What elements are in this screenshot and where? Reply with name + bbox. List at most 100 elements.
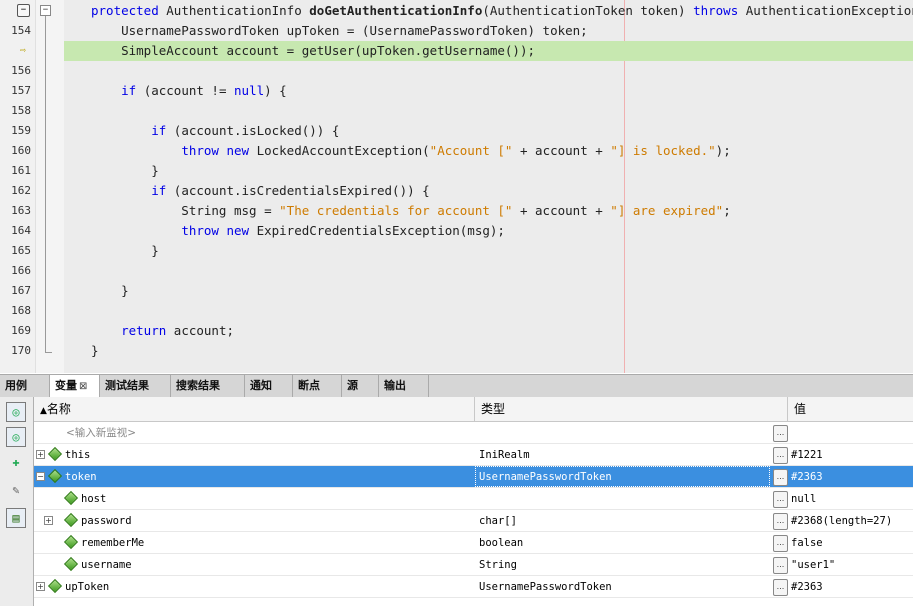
variable-row[interactable]: host... null [34, 488, 913, 510]
edit-value-button[interactable]: ... [773, 557, 788, 574]
tab-6[interactable]: 源 [342, 375, 379, 397]
tools-icon[interactable]: ✎ [6, 481, 26, 501]
variable-row[interactable]: rememberMe boolean... false [34, 532, 913, 554]
variables-table: ▲名称 类型 值 <输入新监视>... + this IniRealm... #1221… [34, 397, 913, 606]
line-number: 166 [11, 264, 31, 277]
code-line[interactable]: 156 [0, 61, 913, 81]
document-icon[interactable]: ▤ [6, 508, 26, 528]
code-line[interactable]: 161 } [0, 161, 913, 181]
line-number: 170 [11, 344, 31, 357]
collapse-icon[interactable]: − [36, 472, 45, 481]
column-header-name[interactable]: ▲名称 [34, 397, 475, 421]
line-number: 159 [11, 124, 31, 137]
code-line[interactable]: 167 } [0, 281, 913, 301]
variable-type: IniRealm [479, 449, 530, 461]
watch-variables-icon[interactable]: ◎ [6, 427, 26, 447]
tab-label: 测试结果 [105, 379, 149, 392]
tab-label: 源 [347, 379, 358, 392]
tab-label: 用例 [5, 379, 27, 392]
tab-3[interactable]: 搜索结果 [171, 375, 245, 397]
edit-value-button[interactable]: ... [773, 425, 788, 442]
code-text: String msg = "The credentials for accoun… [91, 203, 731, 218]
code-line[interactable]: 165 } [0, 241, 913, 261]
field-icon [47, 468, 63, 484]
new-watch-placeholder[interactable]: <输入新监视> [66, 422, 506, 444]
expand-icon[interactable]: + [36, 582, 45, 591]
variable-value[interactable]: #1221 [791, 444, 913, 466]
edit-value-button[interactable]: ... [773, 535, 788, 552]
code-text: throw new LockedAccountException("Accoun… [181, 143, 731, 158]
code-line[interactable]: 159 if (account.isLocked()) { [0, 121, 913, 141]
table-header: ▲名称 类型 值 [34, 397, 913, 422]
code-text: UsernamePasswordToken upToken = (Usernam… [91, 23, 588, 38]
edit-value-button[interactable]: ... [773, 513, 788, 530]
code-line[interactable]: ⇨ SimpleAccount account = getUser(upToke… [0, 41, 913, 61]
code-line[interactable]: 166 [0, 261, 913, 281]
tab-label: 输出 [384, 379, 406, 392]
tab-label: 搜索结果 [176, 379, 220, 392]
field-icon [47, 446, 63, 462]
line-number: 161 [11, 164, 31, 177]
variable-type: UsernamePasswordToken [479, 471, 612, 483]
line-number: 168 [11, 304, 31, 317]
variable-row[interactable]: − token UsernamePasswordToken... #2363 [34, 466, 913, 488]
variable-row[interactable]: + upToken UsernamePasswordToken... #2363 [34, 576, 913, 598]
variable-name: rememberMe [81, 537, 145, 549]
code-line[interactable]: 169 return account; [0, 321, 913, 341]
column-header-value[interactable]: 值 [788, 397, 913, 421]
column-header-type[interactable]: 类型 [475, 397, 788, 421]
tab-0[interactable]: 用例 [0, 375, 50, 397]
new-watch-row[interactable]: <输入新监视>... [34, 422, 913, 444]
code-line[interactable]: protected AuthenticationInfo doGetAuthen… [0, 1, 913, 21]
code-line[interactable]: 157 if (account != null) { [0, 81, 913, 101]
variable-value[interactable]: false [791, 532, 913, 554]
tab-2[interactable]: 测试结果 [100, 375, 171, 397]
edit-value-button[interactable]: ... [773, 491, 788, 508]
variable-value[interactable]: "user1" [791, 554, 913, 576]
code-line[interactable]: 160 throw new LockedAccountException("Ac… [0, 141, 913, 161]
code-text: if (account.isCredentialsExpired()) { [151, 183, 430, 198]
variable-row[interactable]: username String... "user1" [34, 554, 913, 576]
tab-7[interactable]: 输出 [379, 375, 429, 397]
variable-row[interactable]: + this IniRealm... #1221 [34, 444, 913, 466]
expand-icon[interactable]: + [44, 516, 53, 525]
variable-value[interactable]: #2368(length=27) [791, 510, 913, 532]
variable-name: password [81, 515, 132, 527]
expand-icon[interactable]: + [36, 450, 45, 459]
tab-1[interactable]: 变量 ⊠ [50, 375, 100, 397]
tab-label: 变量 [55, 379, 77, 392]
code-text: if (account.isLocked()) { [151, 123, 340, 138]
code-line[interactable]: 163 String msg = "The credentials for ac… [0, 201, 913, 221]
close-tab-icon[interactable]: ⊠ [79, 381, 87, 392]
edit-value-button[interactable]: ... [773, 447, 788, 464]
variable-value[interactable]: #2363 [791, 466, 913, 488]
code-text: } [91, 163, 159, 178]
field-icon [63, 512, 79, 528]
line-number: 158 [11, 104, 31, 117]
edit-value-button[interactable]: ... [773, 579, 788, 596]
variable-row[interactable]: + password char[]... #2368(length=27) [34, 510, 913, 532]
code-line[interactable]: 170} [0, 341, 913, 361]
add-watch-icon[interactable]: ✚ [6, 453, 26, 473]
line-number: 156 [11, 64, 31, 77]
code-line[interactable]: 162 if (account.isCredentialsExpired()) … [0, 181, 913, 201]
code-line[interactable]: 158 [0, 101, 913, 121]
code-text: SimpleAccount account = getUser(upToken.… [91, 43, 536, 58]
code-line[interactable]: 168 [0, 301, 913, 321]
code-text: } [91, 283, 129, 298]
code-editor[interactable]: − − protected AuthenticationInfo doGetAu… [0, 0, 913, 373]
variable-type: String [479, 559, 517, 571]
edit-value-button[interactable]: ... [773, 469, 788, 486]
variable-value[interactable]: #2363 [791, 576, 913, 598]
field-icon [63, 490, 79, 506]
tab-label: 断点 [298, 379, 320, 392]
variable-value[interactable]: null [791, 488, 913, 510]
code-line[interactable]: 154 UsernamePasswordToken upToken = (Use… [0, 21, 913, 41]
tab-4[interactable]: 通知 [245, 375, 293, 397]
line-number: 157 [11, 84, 31, 97]
line-number: 169 [11, 324, 31, 337]
tab-5[interactable]: 断点 [293, 375, 342, 397]
variable-name: username [81, 559, 132, 571]
code-line[interactable]: 164 throw new ExpiredCredentialsExceptio… [0, 221, 913, 241]
watch-variables-icon[interactable]: ◎ [6, 402, 26, 422]
